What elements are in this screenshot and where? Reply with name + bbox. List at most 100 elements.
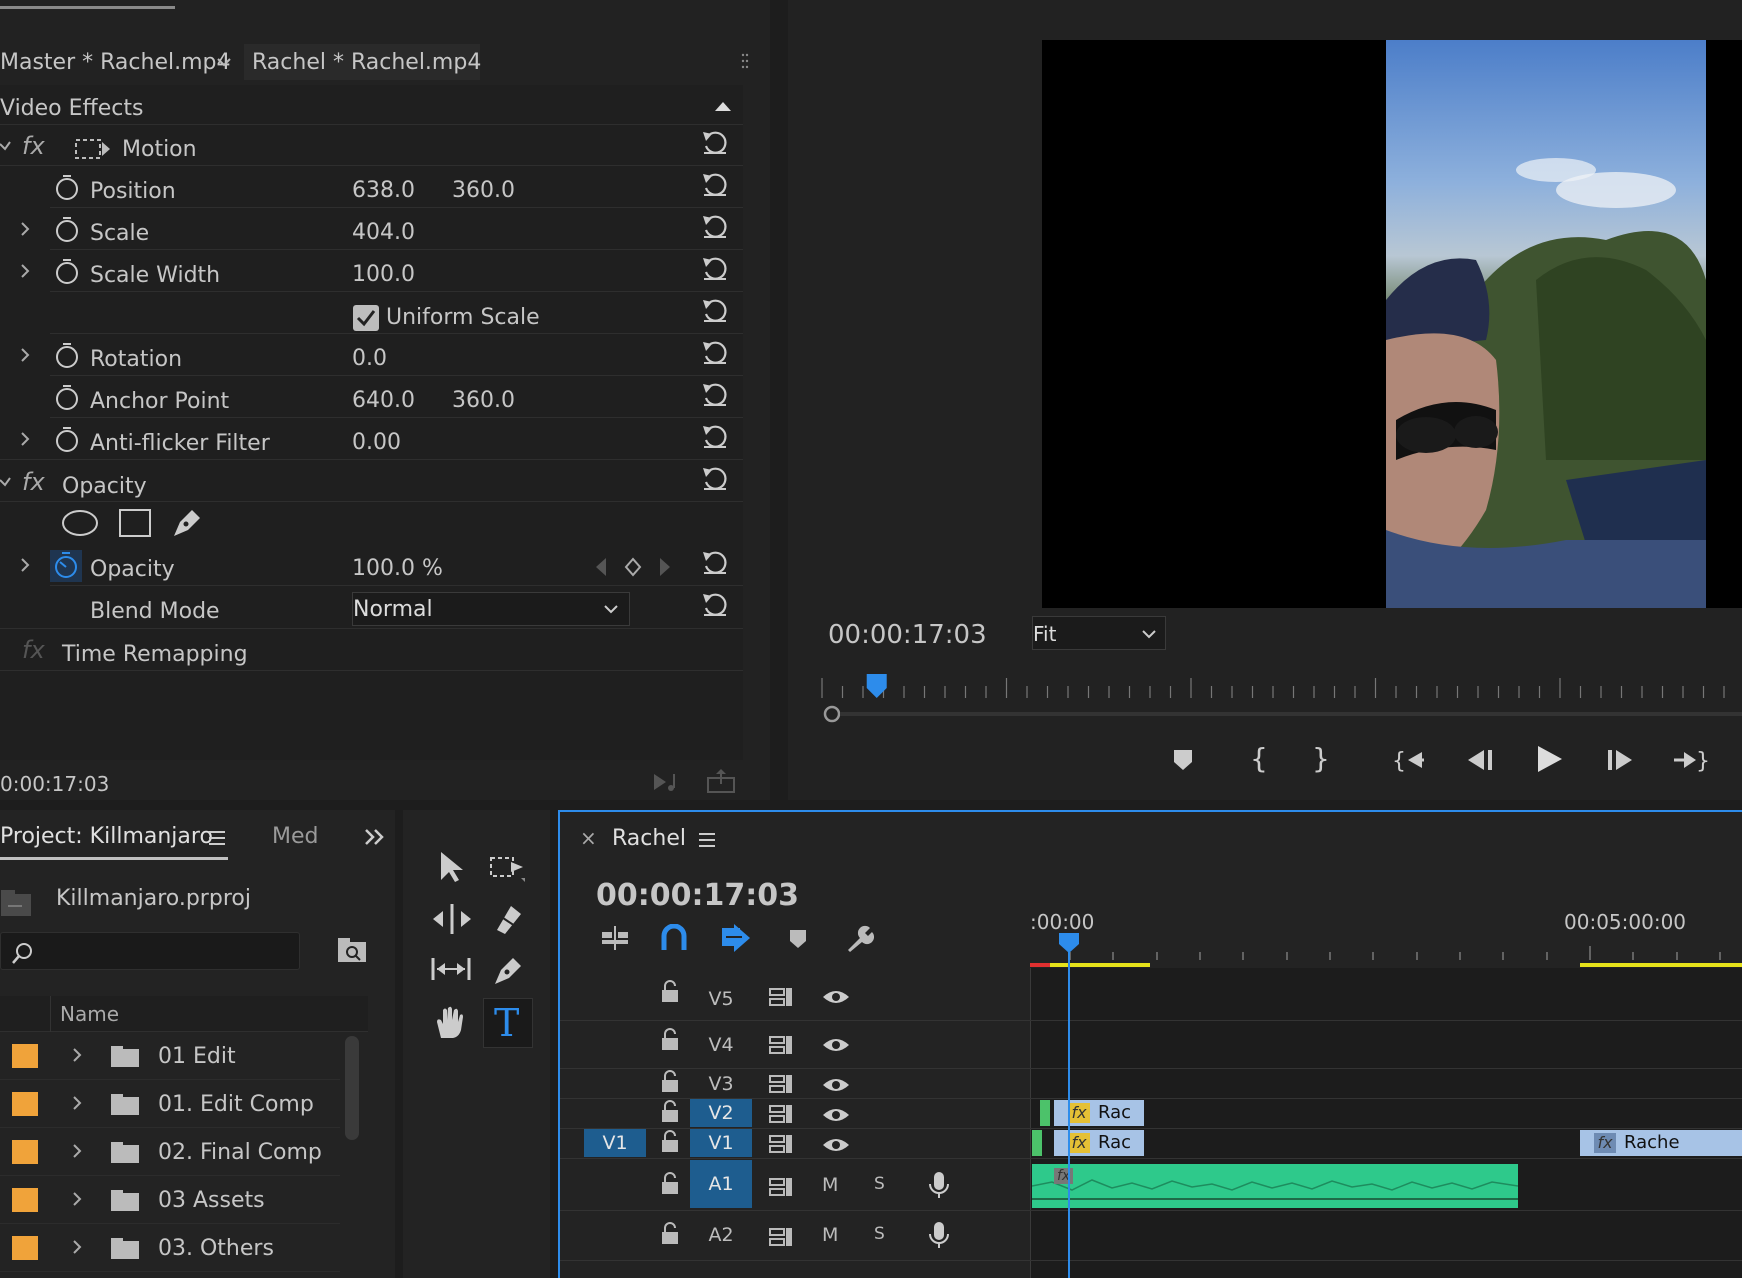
fx-toggle-icon[interactable]: fx (22, 132, 45, 160)
sync-lock-icon[interactable] (768, 1226, 794, 1248)
add-keyframe-icon[interactable] (624, 557, 642, 577)
sync-lock-icon[interactable] (768, 1176, 794, 1198)
razor-tool-icon[interactable] (491, 902, 527, 936)
reset-icon[interactable] (700, 170, 730, 198)
effect-controls-timecode[interactable]: 0:00:17:03 (0, 772, 109, 796)
track-target-v2[interactable]: V2 (690, 1099, 752, 1127)
sync-lock-icon[interactable] (768, 986, 794, 1008)
sync-lock-icon[interactable] (768, 1034, 794, 1056)
expand-chevron-icon[interactable] (20, 348, 30, 362)
opacity-value[interactable]: 100.0 % (352, 556, 443, 581)
collapse-up-icon[interactable] (714, 100, 732, 112)
reset-icon[interactable] (700, 128, 730, 156)
snap-icon[interactable] (660, 924, 688, 952)
eye-icon[interactable] (822, 988, 850, 1006)
motion-transform-icon[interactable] (74, 136, 112, 162)
anchor-x-value[interactable]: 640.0 (352, 388, 415, 413)
tab-clip[interactable]: Rachel * Rachel.mp4 (252, 50, 481, 75)
ellipse-mask-icon[interactable] (60, 508, 100, 538)
fx-toggle-icon[interactable]: fx (22, 468, 45, 496)
microphone-icon[interactable] (928, 1170, 950, 1200)
scale-width-value[interactable]: 100.0 (352, 262, 415, 287)
slip-tool-icon[interactable] (429, 954, 473, 984)
audio-only-icon[interactable] (652, 770, 684, 794)
panel-menu-icon[interactable] (698, 832, 716, 848)
blend-mode-dropdown[interactable]: Normal (352, 592, 630, 626)
zoom-dropdown[interactable]: Fit (1032, 616, 1166, 650)
label-color-swatch[interactable] (12, 1044, 38, 1068)
ripple-edit-tool-icon[interactable] (431, 902, 473, 936)
playhead-handle[interactable] (1058, 932, 1080, 954)
stopwatch-icon[interactable] (54, 426, 80, 454)
tab-project[interactable]: Project: Killmanjaro (0, 824, 213, 849)
stopwatch-active-icon[interactable] (50, 548, 82, 582)
collapse-chevron-icon[interactable] (0, 140, 12, 152)
go-to-in-icon[interactable]: { (1392, 748, 1426, 772)
project-bin-row[interactable]: 01. Edit Comp (0, 1080, 340, 1128)
label-color-swatch[interactable] (12, 1188, 38, 1212)
label-color-swatch[interactable] (12, 1092, 38, 1116)
scale-value[interactable]: 404.0 (352, 220, 415, 245)
project-search-input[interactable] (0, 932, 300, 970)
prev-keyframe-icon[interactable] (594, 556, 608, 578)
nest-toggle-icon[interactable] (600, 924, 630, 952)
zoom-scroll-bar[interactable] (840, 712, 1742, 716)
reset-icon[interactable] (700, 548, 730, 576)
project-bin-row[interactable]: 02. Final Comp (0, 1128, 340, 1176)
stopwatch-icon[interactable] (54, 258, 80, 286)
pen-mask-icon[interactable] (170, 506, 204, 540)
eye-icon[interactable] (822, 1136, 850, 1154)
solo-a2-button[interactable]: S (874, 1224, 885, 1244)
reset-icon[interactable] (700, 464, 730, 492)
time-ruler[interactable] (1030, 936, 1742, 972)
step-back-icon[interactable] (1464, 748, 1494, 772)
program-timecode[interactable]: 00:00:17:03 (828, 620, 987, 650)
project-bin-row[interactable]: 03 Assets (0, 1176, 340, 1224)
expand-chevron-icon[interactable] (72, 1096, 82, 1110)
expand-chevron-icon[interactable] (72, 1144, 82, 1158)
mute-a2-button[interactable]: M (822, 1224, 838, 1246)
type-tool-button[interactable]: T (483, 998, 533, 1048)
label-color-swatch[interactable] (12, 1236, 38, 1260)
anti-flicker-value[interactable]: 0.00 (352, 430, 401, 455)
stopwatch-icon[interactable] (54, 174, 80, 202)
pen-tool-icon[interactable] (491, 954, 527, 988)
rectangle-mask-icon[interactable] (118, 508, 152, 538)
more-panels-icon[interactable] (364, 828, 386, 846)
stopwatch-icon[interactable] (54, 384, 80, 412)
sync-lock-icon[interactable] (768, 1073, 794, 1095)
reset-icon[interactable] (700, 590, 730, 618)
expand-chevron-icon[interactable] (20, 264, 30, 278)
playhead-line[interactable] (1068, 952, 1070, 1278)
reset-icon[interactable] (700, 338, 730, 366)
eye-icon[interactable] (822, 1076, 850, 1094)
add-marker-icon[interactable] (788, 928, 808, 950)
expand-chevron-icon[interactable] (72, 1192, 82, 1206)
go-to-out-icon[interactable]: } (1672, 748, 1708, 772)
reset-icon[interactable] (700, 212, 730, 240)
selection-tool-icon[interactable] (437, 850, 467, 884)
panel-menu-icon[interactable] (208, 830, 226, 846)
solo-a1-button[interactable]: S (874, 1174, 885, 1194)
track-target-v4[interactable]: V4 (690, 1030, 752, 1060)
eye-icon[interactable] (822, 1106, 850, 1124)
sequence-tab[interactable]: Rachel (612, 826, 686, 851)
chevron-down-icon[interactable] (216, 56, 232, 68)
sync-lock-icon[interactable] (768, 1133, 794, 1155)
project-bin-row[interactable]: 03. Others (0, 1224, 340, 1272)
eye-icon[interactable] (822, 1036, 850, 1054)
project-bin-row[interactable]: 01 Edit (0, 1032, 340, 1080)
lock-icon[interactable] (660, 1172, 680, 1196)
add-marker-icon[interactable] (1172, 748, 1194, 772)
lock-icon[interactable] (660, 1028, 680, 1052)
uniform-scale-checkbox[interactable] (352, 304, 380, 332)
label-color-swatch[interactable] (12, 1140, 38, 1164)
expand-chevron-icon[interactable] (20, 558, 30, 572)
drag-handle-icon[interactable] (740, 52, 750, 70)
position-y-value[interactable]: 360.0 (452, 178, 515, 203)
track-target-a2[interactable]: A2 (690, 1220, 752, 1250)
mark-in-icon[interactable]: { (1250, 742, 1268, 775)
collapse-chevron-icon[interactable] (0, 476, 12, 488)
name-column-header[interactable]: Name (60, 1002, 119, 1026)
track-target-v1[interactable]: V1 (690, 1129, 752, 1157)
